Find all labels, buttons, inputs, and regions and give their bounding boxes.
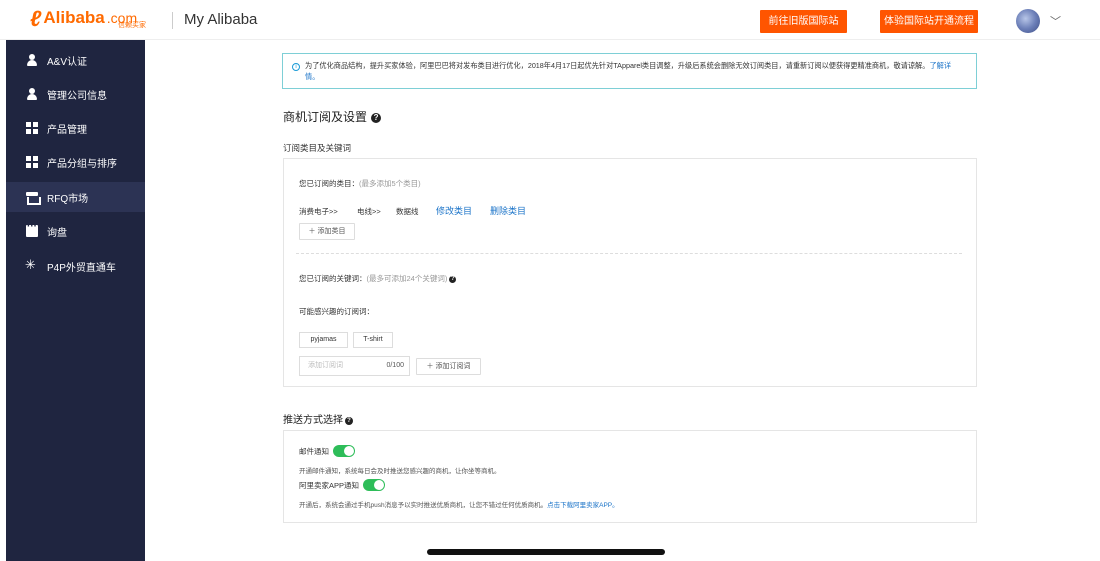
intl-site-flow-button[interactable]: 体验国际站开通流程	[880, 10, 978, 33]
email-notification-toggle[interactable]	[333, 445, 355, 457]
add-keyword-button[interactable]: ＋ 添加订阅词	[416, 358, 481, 375]
sidebar-item-label: P4P外贸直通车	[47, 262, 116, 274]
grid-icon	[26, 156, 38, 168]
download-app-link[interactable]: 点击下载阿里卖家APP。	[547, 502, 619, 509]
sidebar-item-label: RFQ市场	[47, 193, 89, 205]
old-intl-site-button[interactable]: 前往旧版国际站	[760, 10, 847, 33]
subscribed-categories-hint: (最多添加5个类目)	[359, 179, 421, 188]
subscribed-keywords-text: 您已订阅的关键词：	[299, 274, 367, 283]
subscribed-categories-text: 您已订阅的类目：	[299, 179, 359, 188]
sidebar-item-av-certification[interactable]: A&V认证	[6, 45, 145, 75]
email-notification-desc: 开通邮件通知，系统每日会及时推送您感兴趣的商机，让你坐等商机。	[299, 468, 501, 475]
user-icon	[26, 88, 38, 100]
grid-icon	[26, 122, 38, 134]
email-notification-row: 邮件通知	[299, 445, 355, 457]
question-icon[interactable]: ?	[371, 113, 382, 123]
keyword-count: 0/100	[386, 362, 404, 369]
category-path-3: 数据线	[396, 207, 419, 216]
info-icon: i	[292, 63, 300, 71]
sidebar-item-label: 产品管理	[47, 124, 87, 136]
alibaba-logo-icon: ℓ	[30, 6, 42, 31]
subscribed-keywords-label: 您已订阅的关键词：(最多可添加24个关键词)?	[299, 273, 457, 284]
category-keyword-title: 订阅类目及关键词	[283, 143, 352, 153]
subscribed-categories-label: 您已订阅的类目：(最多添加5个类目)	[299, 178, 421, 189]
notice-banner: i 为了优化商品结构，提升买家体验，阿里巴巴将对发布类目进行优化，2018年4月…	[282, 53, 977, 89]
sidebar-item-inquiries[interactable]: 询盘	[6, 216, 145, 246]
chevron-down-icon[interactable]: ﹀	[1050, 13, 1061, 29]
section-title-subscription: 商机订阅及设置?	[283, 108, 382, 125]
sidebar-item-p4p[interactable]: P4P外贸直通车	[6, 251, 145, 281]
keyword-input-placeholder: 添加订阅词	[308, 362, 343, 369]
app-notification-toggle[interactable]	[363, 479, 386, 491]
keyword-tag-tshirt[interactable]: T-shirt	[353, 332, 393, 348]
app-notification-desc: 开通后，系统会通过手机push消息予以实时推送优质商机，让您不错过任何优质商机。…	[299, 499, 619, 509]
delete-category-link[interactable]: 删除类目	[490, 204, 526, 217]
sidebar-item-company-info[interactable]: 管理公司信息	[6, 79, 145, 109]
add-category-button[interactable]: ＋ 添加类目	[299, 223, 355, 240]
push-panel: 邮件通知 开通邮件通知，系统每日会及时推送您感兴趣的商机，让你坐等商机。 阿里卖…	[283, 430, 977, 523]
sidebar-item-product-management[interactable]: 产品管理	[6, 113, 145, 143]
sidebar-item-rfq-market[interactable]: RFQ市场	[6, 182, 145, 212]
sparkle-icon	[25, 257, 38, 273]
page-title: My Alibaba	[184, 11, 258, 28]
category-path-1: 消费电子>>	[299, 207, 338, 216]
keyword-input[interactable]: 添加订阅词 0/100	[299, 356, 410, 376]
sidebar-item-label: A&V认证	[47, 56, 88, 68]
category-path-2: 电线>>	[357, 207, 381, 216]
sidebar-item-label: 管理公司信息	[47, 90, 107, 102]
section-title-push: 推送方式选择?	[283, 411, 353, 426]
sidebar: A&V认证 管理公司信息 产品管理 产品分组与排序 RFQ市场 询盘 P4P外贸…	[6, 40, 145, 561]
rfq-icon	[26, 191, 41, 205]
sidebar-item-product-grouping[interactable]: 产品分组与排序	[6, 147, 145, 177]
subscribed-keywords-hint: (最多可添加24个关键词)	[366, 274, 448, 283]
keyword-tag-pyjamas[interactable]: pyjamas	[299, 332, 348, 348]
suggested-keywords-label: 可能感兴趣的订阅词：	[299, 307, 374, 316]
app-notification-label: 阿里卖家APP通知	[299, 481, 360, 490]
logo-subtitle: 信赖买家	[118, 22, 146, 29]
question-icon[interactable]: ?	[449, 276, 457, 283]
subscription-panel: 您已订阅的类目：(最多添加5个类目) 消费电子>> 电线>> 数据线 修改类目 …	[283, 158, 977, 387]
edit-category-link[interactable]: 修改类目	[436, 204, 472, 217]
user-badge-icon	[26, 54, 38, 66]
chat-icon	[26, 221, 38, 237]
app-notification-row: 阿里卖家APP通知	[299, 479, 386, 491]
sidebar-item-label: 询盘	[47, 227, 67, 239]
email-notification-label: 邮件通知	[299, 447, 329, 456]
avatar[interactable]	[1016, 9, 1040, 33]
notice-text: 为了优化商品结构，提升买家体验，阿里巴巴将对发布类目进行优化，2018年4月17…	[305, 60, 965, 82]
top-header: ℓ Alibaba .com 信赖买家 My Alibaba 前往旧版国际站 体…	[0, 0, 1100, 40]
sidebar-item-label: 产品分组与排序	[47, 158, 117, 170]
section-title-text: 商机订阅及设置	[283, 110, 368, 124]
app-notification-desc-text: 开通后，系统会通过手机push消息予以实时推送优质商机，让您不错过任何优质商机。	[299, 502, 548, 509]
dashed-divider	[296, 253, 962, 254]
section-title-text: 推送方式选择	[283, 415, 343, 426]
home-indicator	[427, 549, 665, 555]
logo-text: Alibaba	[43, 8, 105, 27]
header-divider	[172, 12, 173, 29]
question-icon[interactable]: ?	[345, 417, 353, 425]
notice-body: 为了优化商品结构，提升买家体验，阿里巴巴将对发布类目进行优化，2018年4月17…	[305, 61, 930, 70]
